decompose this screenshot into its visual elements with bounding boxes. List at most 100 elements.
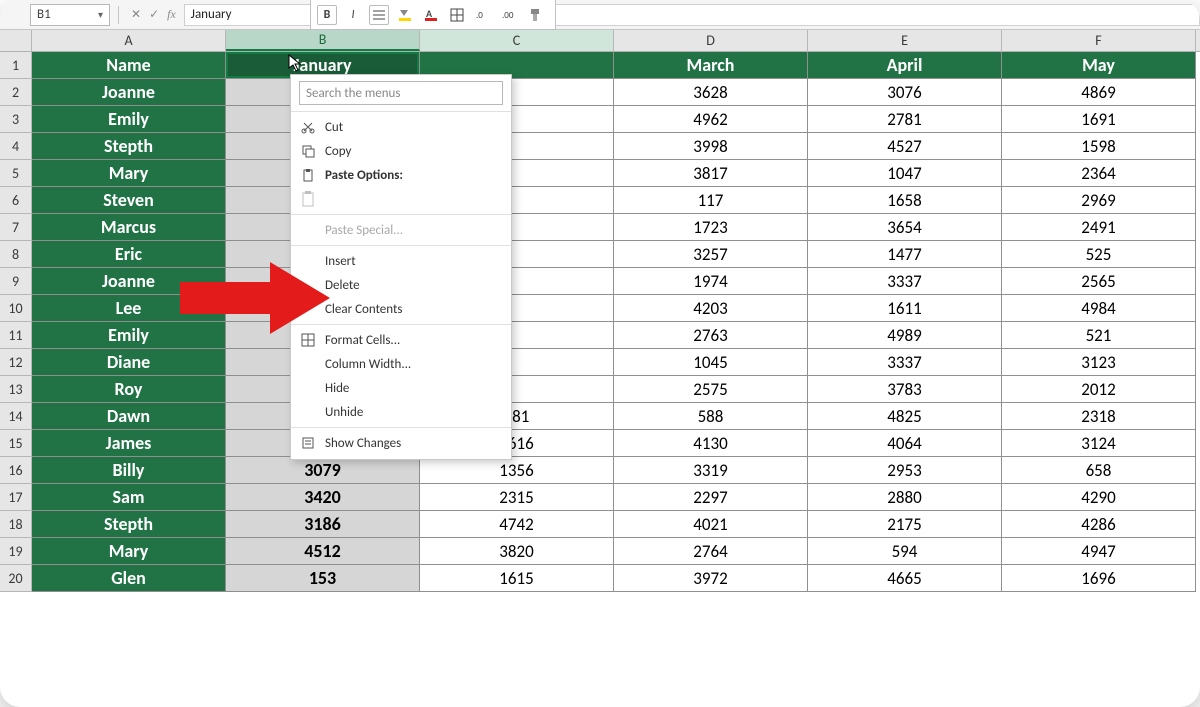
row-head[interactable]: 20 (0, 565, 32, 592)
data-cell[interactable]: 1615 (420, 565, 614, 592)
cancel-icon[interactable]: ✕ (127, 7, 145, 22)
data-cell[interactable]: 1974 (614, 268, 808, 295)
data-cell[interactable]: 1696 (1002, 565, 1196, 592)
data-cell[interactable]: 4130 (614, 430, 808, 457)
borders-icon[interactable] (447, 5, 467, 25)
data-cell[interactable]: 3123 (1002, 349, 1196, 376)
menu-clear-contents[interactable]: Clear Contents (291, 297, 511, 321)
menu-insert[interactable]: Insert (291, 249, 511, 273)
name-cell[interactable]: Lee (32, 295, 226, 322)
data-cell[interactable]: 3420 (226, 484, 420, 511)
row-head[interactable]: 13 (0, 376, 32, 403)
name-cell[interactable]: Stepth (32, 133, 226, 160)
data-cell[interactable]: 3972 (614, 565, 808, 592)
data-cell[interactable]: 3079 (226, 457, 420, 484)
data-cell[interactable]: 588 (614, 403, 808, 430)
col-head-e[interactable]: E (808, 30, 1002, 51)
menu-paste-special[interactable]: Paste Special... (291, 218, 511, 242)
italic-button[interactable]: I (343, 5, 363, 25)
data-cell[interactable]: 2575 (614, 376, 808, 403)
row-head[interactable]: 16 (0, 457, 32, 484)
data-cell[interactable]: 2953 (808, 457, 1002, 484)
decimal-increase-icon[interactable]: .00 (499, 5, 519, 25)
data-cell[interactable]: 3820 (420, 538, 614, 565)
format-painter-icon[interactable] (525, 5, 545, 25)
row-head[interactable]: 14 (0, 403, 32, 430)
name-cell[interactable]: James (32, 430, 226, 457)
name-cell[interactable]: Dawn (32, 403, 226, 430)
data-cell[interactable]: 3076 (808, 79, 1002, 106)
data-cell[interactable]: 153 (226, 565, 420, 592)
data-cell[interactable]: 658 (1002, 457, 1196, 484)
align-icon[interactable] (369, 5, 389, 25)
name-cell[interactable]: Mary (32, 538, 226, 565)
data-cell[interactable]: 4021 (614, 511, 808, 538)
data-cell[interactable]: 4984 (1002, 295, 1196, 322)
data-cell[interactable]: 4290 (1002, 484, 1196, 511)
data-cell[interactable]: 2969 (1002, 187, 1196, 214)
data-cell[interactable]: 1658 (808, 187, 1002, 214)
menu-search-input[interactable]: Search the menus (299, 81, 503, 105)
data-cell[interactable]: 4962 (614, 106, 808, 133)
data-cell[interactable]: 1723 (614, 214, 808, 241)
data-cell[interactable]: 3257 (614, 241, 808, 268)
data-cell[interactable]: 521 (1002, 322, 1196, 349)
header-cell[interactable]: May (1002, 52, 1196, 79)
name-cell[interactable]: Roy (32, 376, 226, 403)
confirm-icon[interactable]: ✓ (145, 7, 163, 22)
data-cell[interactable]: 2175 (808, 511, 1002, 538)
name-cell[interactable]: Billy (32, 457, 226, 484)
data-cell[interactable]: 4527 (808, 133, 1002, 160)
menu-unhide[interactable]: Unhide (291, 400, 511, 424)
select-all-corner[interactable] (0, 30, 32, 51)
data-cell[interactable]: 1691 (1002, 106, 1196, 133)
data-cell[interactable]: 4825 (808, 403, 1002, 430)
name-cell[interactable]: Emily (32, 106, 226, 133)
menu-delete[interactable]: Delete (291, 273, 511, 297)
data-cell[interactable]: 3628 (614, 79, 808, 106)
name-cell[interactable]: Stepth (32, 511, 226, 538)
data-cell[interactable]: 2781 (808, 106, 1002, 133)
name-cell[interactable]: Glen (32, 565, 226, 592)
data-cell[interactable]: 3337 (808, 349, 1002, 376)
data-cell[interactable]: 1611 (808, 295, 1002, 322)
row-head[interactable]: 3 (0, 106, 32, 133)
row-head[interactable]: 17 (0, 484, 32, 511)
row-head[interactable]: 18 (0, 511, 32, 538)
name-cell[interactable]: Mary (32, 160, 226, 187)
name-cell[interactable]: Eric (32, 241, 226, 268)
name-cell[interactable]: Emily (32, 322, 226, 349)
row-head[interactable]: 15 (0, 430, 32, 457)
col-head-c[interactable]: C (420, 30, 614, 51)
data-cell[interactable]: 1477 (808, 241, 1002, 268)
menu-show-changes[interactable]: Show Changes (291, 431, 511, 455)
row-head[interactable]: 19 (0, 538, 32, 565)
row-head[interactable]: 1 (0, 52, 32, 79)
data-cell[interactable]: 3783 (808, 376, 1002, 403)
col-head-b[interactable]: B (226, 30, 420, 51)
fx-icon[interactable]: fx (163, 7, 180, 22)
row-head[interactable]: 9 (0, 268, 32, 295)
data-cell[interactable]: 3337 (808, 268, 1002, 295)
data-cell[interactable]: 2565 (1002, 268, 1196, 295)
row-head[interactable]: 8 (0, 241, 32, 268)
grid[interactable]: 1NameJanuaryMarchAprilMay2Joanne89636283… (0, 52, 1200, 592)
data-cell[interactable]: 1356 (420, 457, 614, 484)
name-cell[interactable]: Sam (32, 484, 226, 511)
data-cell[interactable]: 1598 (1002, 133, 1196, 160)
row-head[interactable]: 12 (0, 349, 32, 376)
data-cell[interactable]: 4947 (1002, 538, 1196, 565)
col-head-f[interactable]: F (1002, 30, 1196, 51)
menu-paste-clipboard[interactable] (291, 187, 511, 211)
data-cell[interactable]: 2763 (614, 322, 808, 349)
row-head[interactable]: 6 (0, 187, 32, 214)
data-cell[interactable]: 2318 (1002, 403, 1196, 430)
data-cell[interactable]: 2880 (808, 484, 1002, 511)
menu-column-width[interactable]: Column Width... (291, 352, 511, 376)
bold-button[interactable]: B (317, 5, 337, 25)
data-cell[interactable]: 4665 (808, 565, 1002, 592)
data-cell[interactable]: 2491 (1002, 214, 1196, 241)
row-head[interactable]: 4 (0, 133, 32, 160)
menu-cut[interactable]: Cut (291, 115, 511, 139)
data-cell[interactable]: 4512 (226, 538, 420, 565)
